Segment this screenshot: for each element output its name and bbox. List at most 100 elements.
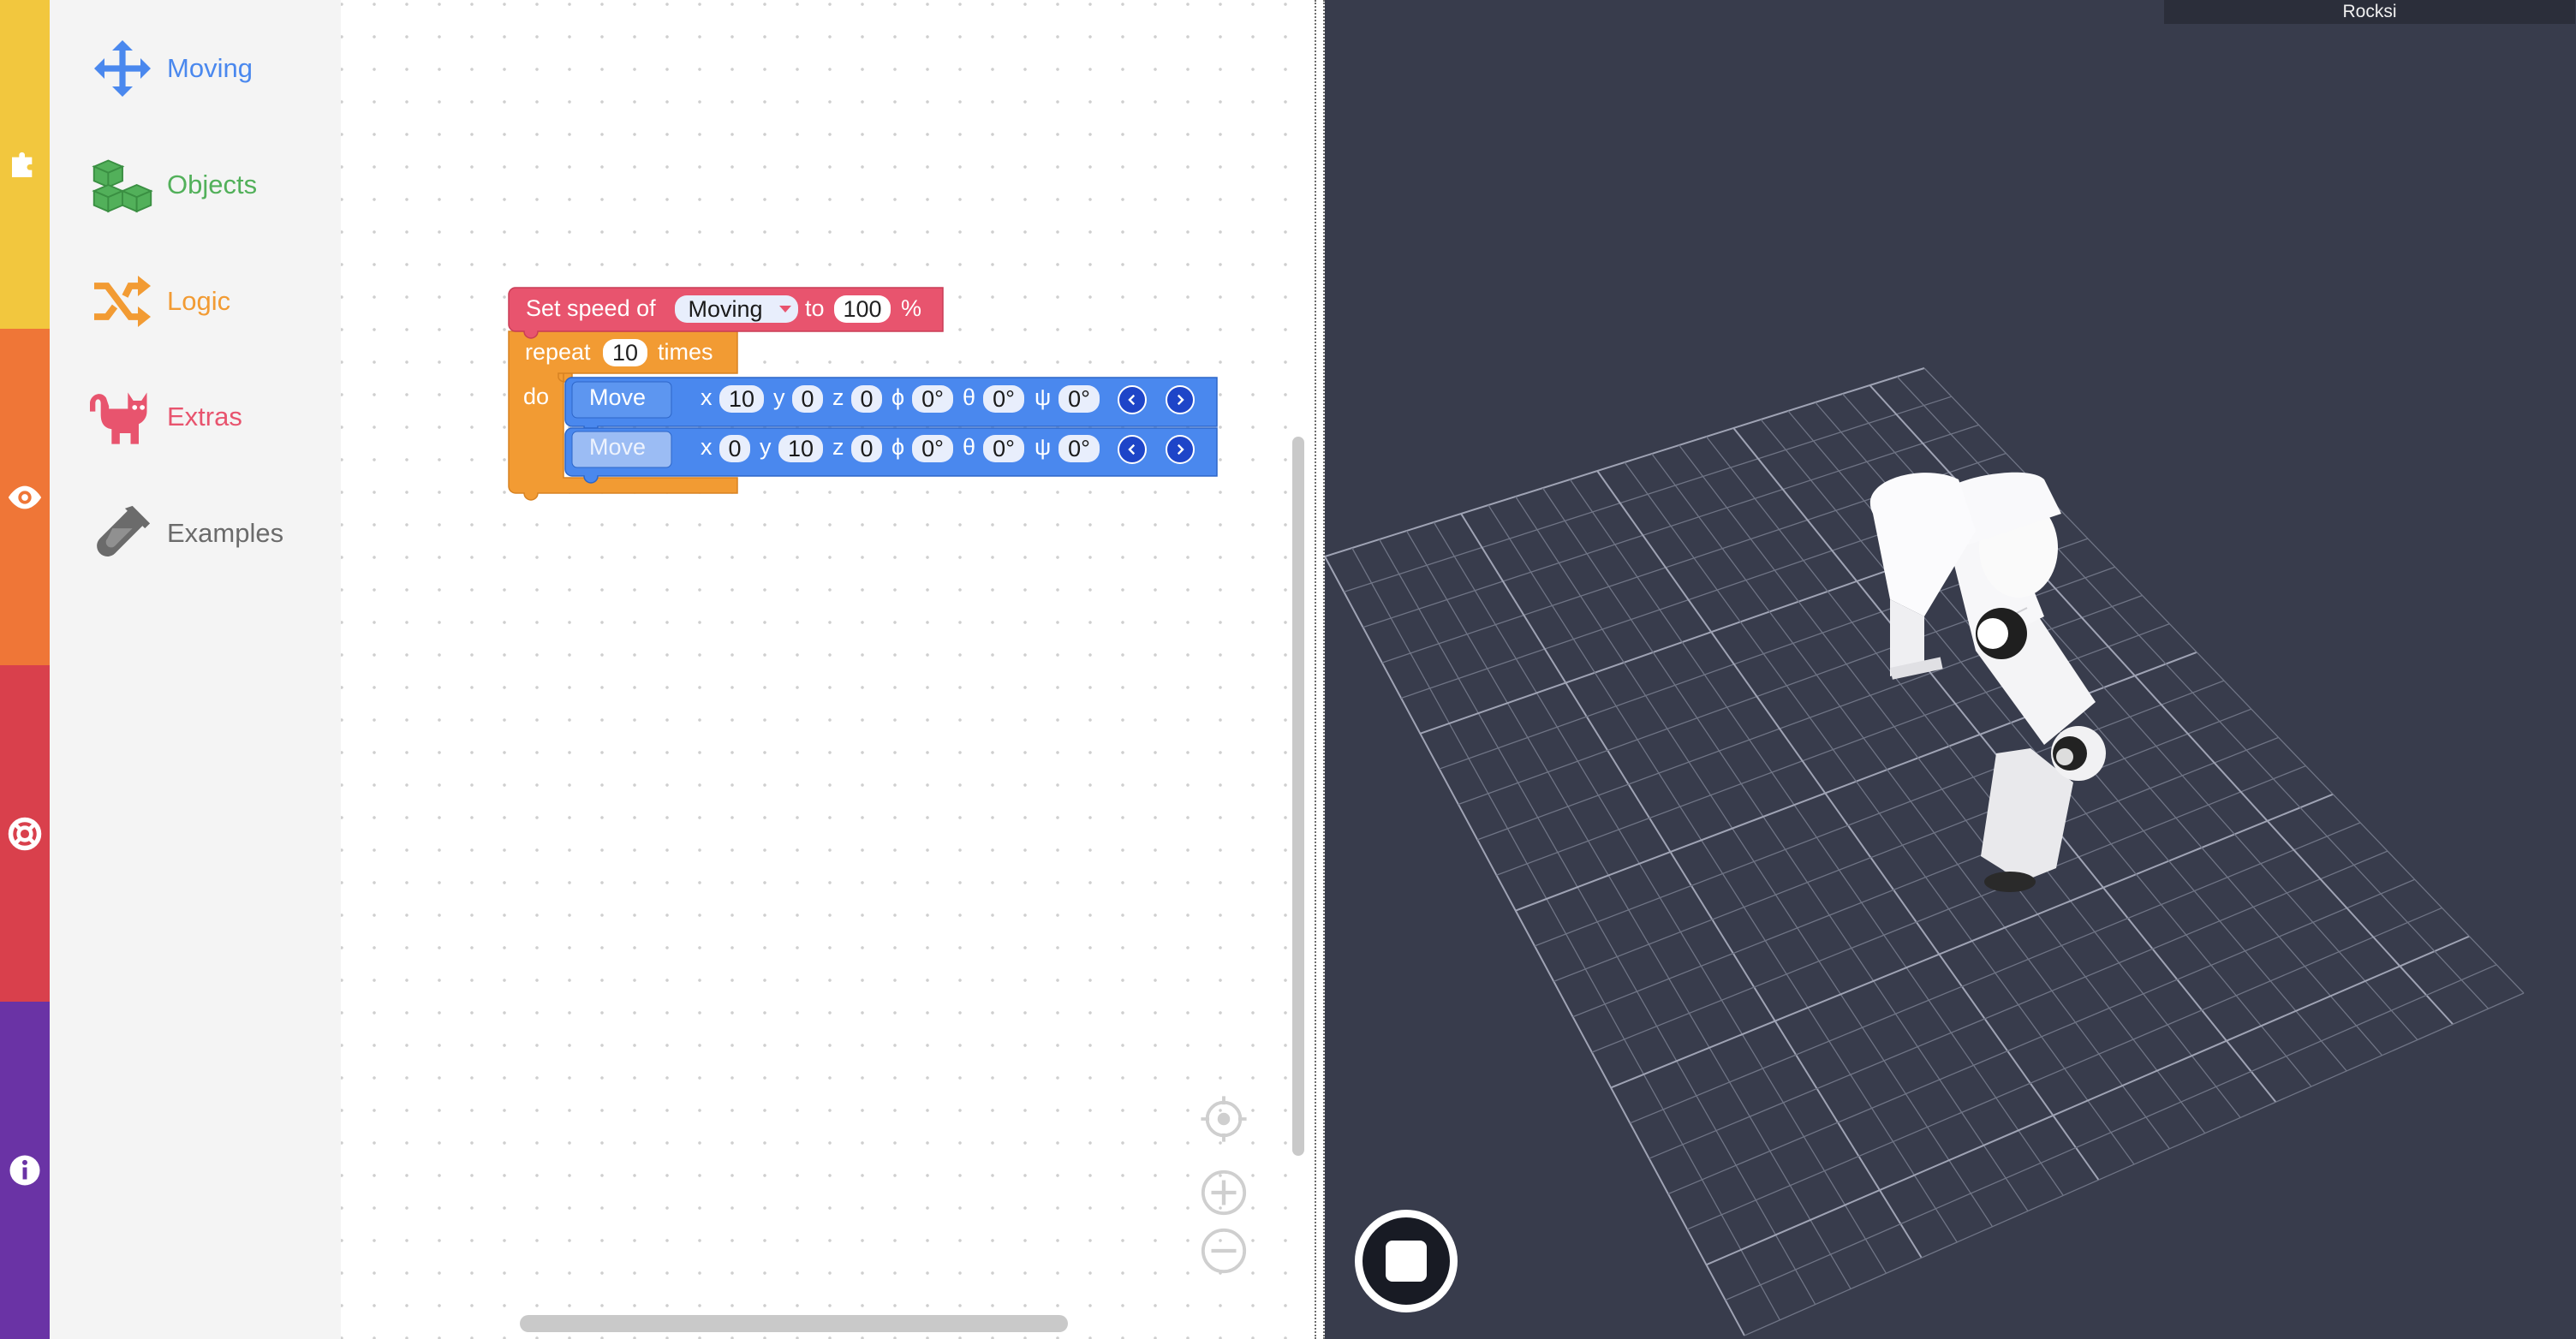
arrow-right-icon bbox=[1177, 443, 1184, 455]
block-shapes bbox=[508, 287, 1218, 501]
zoom-out-button[interactable] bbox=[1197, 1224, 1250, 1277]
repeat-count: 10 bbox=[611, 339, 639, 366]
recenter-button[interactable] bbox=[1197, 1092, 1250, 1146]
stop-icon bbox=[1386, 1241, 1427, 1282]
arrow-right-icon bbox=[1177, 394, 1184, 406]
move-x-value: 0 bbox=[728, 435, 742, 461]
axis-y-label: y bbox=[773, 384, 785, 410]
move-theta-value: 0° bbox=[993, 435, 1015, 461]
robot-3d-viewport[interactable] bbox=[1325, 0, 2576, 1339]
category-label: Examples bbox=[167, 518, 284, 548]
pose-read-button[interactable] bbox=[1118, 435, 1147, 464]
cat-icon bbox=[88, 383, 157, 451]
pose-read-button[interactable] bbox=[1118, 385, 1147, 414]
category-objects[interactable]: Objects bbox=[88, 151, 257, 219]
axis-psi-label: ψ bbox=[1035, 434, 1052, 460]
category-label: Objects bbox=[167, 170, 258, 199]
axis-theta-label: θ bbox=[963, 434, 976, 460]
speed-value-field[interactable]: 100 bbox=[834, 295, 891, 323]
axis-phi-label: ϕ bbox=[891, 434, 905, 460]
category-examples[interactable]: Examples bbox=[88, 499, 283, 568]
rail-tab-view[interactable] bbox=[0, 329, 50, 665]
move-x-field[interactable]: 0 bbox=[719, 435, 750, 462]
toolbox: Moving Objects Logic Extras Examples bbox=[50, 0, 341, 1339]
move-psi-field[interactable]: 0° bbox=[1058, 385, 1100, 413]
move-z-field[interactable]: 0 bbox=[851, 435, 882, 462]
axis-theta-label: θ bbox=[963, 384, 976, 410]
category-logic[interactable]: Logic bbox=[88, 267, 230, 336]
robot-arm bbox=[1869, 472, 2106, 892]
move-psi-field[interactable]: 0° bbox=[1058, 435, 1100, 462]
category-moving[interactable]: Moving bbox=[88, 34, 253, 103]
move-phi-field[interactable]: 0° bbox=[912, 385, 953, 413]
move-z-value: 0 bbox=[860, 385, 874, 412]
app-title-tag: Rocksi bbox=[2164, 0, 2575, 24]
workspace-vertical-scrollbar[interactable] bbox=[1292, 437, 1304, 1156]
test-tube-icon bbox=[88, 499, 157, 568]
move-phi-value: 0° bbox=[921, 435, 944, 461]
move-theta-field[interactable]: 0° bbox=[983, 435, 1024, 462]
times-label: times bbox=[658, 339, 713, 365]
rail-tab-info[interactable] bbox=[0, 1002, 50, 1339]
move-label: Move bbox=[589, 434, 647, 460]
crosshair-icon bbox=[1201, 1096, 1247, 1142]
category-label: Moving bbox=[167, 53, 253, 83]
axis-z-label: z bbox=[832, 384, 844, 410]
category-label: Logic bbox=[167, 286, 231, 316]
rail-tab-help[interactable] bbox=[0, 665, 50, 1002]
arrow-left-icon bbox=[1128, 443, 1136, 455]
speed-target-value: Moving bbox=[688, 295, 763, 322]
do-label: do bbox=[523, 384, 550, 409]
axis-phi-label: ϕ bbox=[891, 384, 905, 410]
repeat-label: repeat bbox=[525, 339, 591, 365]
move-x-value: 10 bbox=[728, 385, 755, 412]
pose-apply-button[interactable] bbox=[1166, 385, 1195, 414]
repeat-count-field[interactable]: 10 bbox=[603, 339, 647, 366]
zoom-in-icon bbox=[1201, 1169, 1247, 1216]
move-phi-value: 0° bbox=[921, 385, 944, 412]
zoom-out-icon bbox=[1201, 1228, 1247, 1274]
move-theta-field[interactable]: 0° bbox=[983, 385, 1024, 413]
move-y-value: 0 bbox=[801, 385, 814, 412]
axis-z-label: z bbox=[832, 434, 844, 460]
move-theta-value: 0° bbox=[993, 385, 1015, 412]
workspace-horizontal-scrollbar[interactable] bbox=[520, 1315, 1068, 1332]
move-y-field[interactable]: 0 bbox=[792, 385, 823, 413]
move-z-field[interactable]: 0 bbox=[851, 385, 882, 413]
mode-rail bbox=[0, 0, 50, 1339]
puzzle-icon bbox=[12, 152, 33, 177]
panel-divider[interactable] bbox=[1315, 0, 1325, 1339]
app-title: Rocksi bbox=[2342, 2, 2397, 21]
rail-tab-blocks[interactable] bbox=[0, 0, 50, 329]
stop-button[interactable] bbox=[1355, 1210, 1458, 1312]
axis-x-label: x bbox=[701, 434, 713, 460]
move-y-field[interactable]: 10 bbox=[778, 435, 823, 462]
zoom-in-button[interactable] bbox=[1197, 1166, 1250, 1219]
move-y-value: 10 bbox=[787, 435, 814, 461]
set-speed-to-label: to bbox=[805, 295, 825, 321]
move-label: Move bbox=[589, 384, 647, 410]
speed-value: 100 bbox=[843, 295, 882, 322]
arrow-left-icon bbox=[1128, 394, 1136, 406]
dropdown-arrow-icon bbox=[779, 306, 791, 312]
category-label: Extras bbox=[167, 402, 242, 431]
set-speed-label: Set speed of bbox=[526, 295, 656, 321]
shuffle-icon bbox=[88, 267, 157, 336]
move-psi-value: 0° bbox=[1068, 385, 1090, 412]
cubes-icon bbox=[88, 151, 157, 219]
lifebuoy-icon bbox=[8, 817, 42, 850]
speed-target-dropdown[interactable]: Moving bbox=[675, 295, 798, 323]
eye-icon bbox=[8, 485, 42, 509]
info-icon bbox=[9, 1155, 40, 1186]
move-arrows-icon bbox=[88, 34, 157, 103]
percent-label: % bbox=[901, 295, 922, 321]
axis-psi-label: ψ bbox=[1035, 384, 1052, 410]
axis-x-label: x bbox=[701, 384, 713, 410]
move-psi-value: 0° bbox=[1068, 435, 1090, 461]
category-extras[interactable]: Extras bbox=[88, 383, 242, 451]
move-z-value: 0 bbox=[860, 435, 874, 461]
move-phi-field[interactable]: 0° bbox=[912, 435, 953, 462]
move-x-field[interactable]: 10 bbox=[719, 385, 764, 413]
pose-apply-button[interactable] bbox=[1166, 435, 1195, 464]
block-workspace[interactable]: Set speed of Moving to 100 % repeat 10 t… bbox=[341, 0, 1315, 1339]
